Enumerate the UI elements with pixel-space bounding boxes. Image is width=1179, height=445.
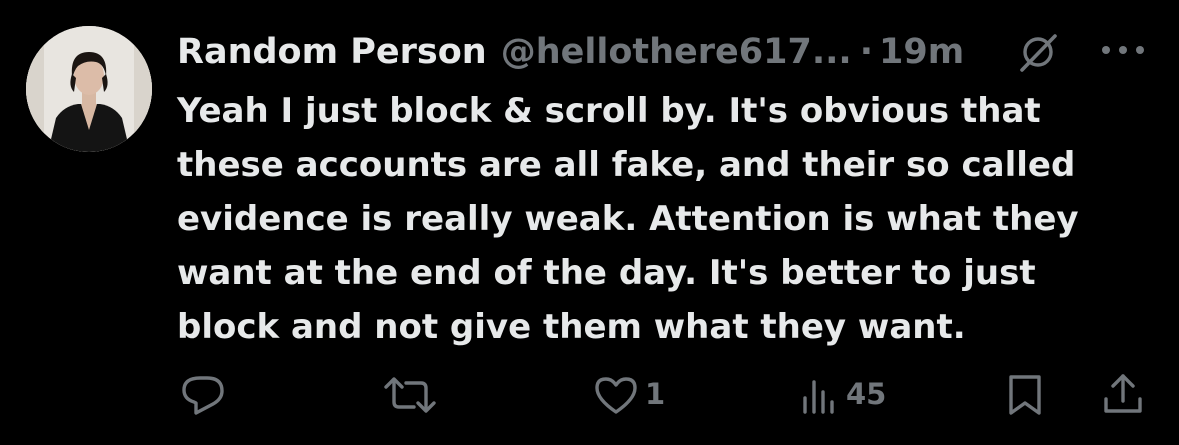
grok-icon[interactable]: [1016, 30, 1060, 74]
tweet-text-line: want at the end of the day. It's better …: [177, 253, 1036, 293]
tweet-header: Random Person @hellothere617... · 19m: [177, 30, 964, 74]
author-name[interactable]: Random Person: [177, 30, 487, 74]
more-icon[interactable]: [1098, 38, 1148, 62]
like-count: 1: [645, 377, 666, 411]
avatar-image: [26, 26, 152, 152]
tweet-text-line: block and not give them what they want.: [177, 307, 966, 347]
tweet-text-line: these accounts are all fake, and their s…: [177, 145, 1076, 185]
retweet-icon[interactable]: [382, 374, 438, 416]
bookmark-icon[interactable]: [1005, 372, 1045, 418]
author-handle[interactable]: @hellothere617...: [501, 30, 852, 74]
like-icon[interactable]: [593, 374, 639, 416]
timestamp[interactable]: 19m: [879, 30, 964, 74]
tweet-text-line: evidence is really weak. Attention is wh…: [177, 199, 1079, 239]
view-count: 45: [846, 377, 887, 411]
views-icon[interactable]: [800, 374, 840, 416]
reply-icon[interactable]: [180, 372, 226, 416]
separator-dot: ·: [859, 32, 874, 72]
avatar[interactable]: [26, 26, 152, 152]
share-icon[interactable]: [1100, 371, 1146, 417]
tweet-text: Yeah I just block & scroll by. It's obvi…: [177, 84, 1167, 354]
tweet-text-line: Yeah I just block & scroll by. It's obvi…: [177, 91, 1041, 131]
